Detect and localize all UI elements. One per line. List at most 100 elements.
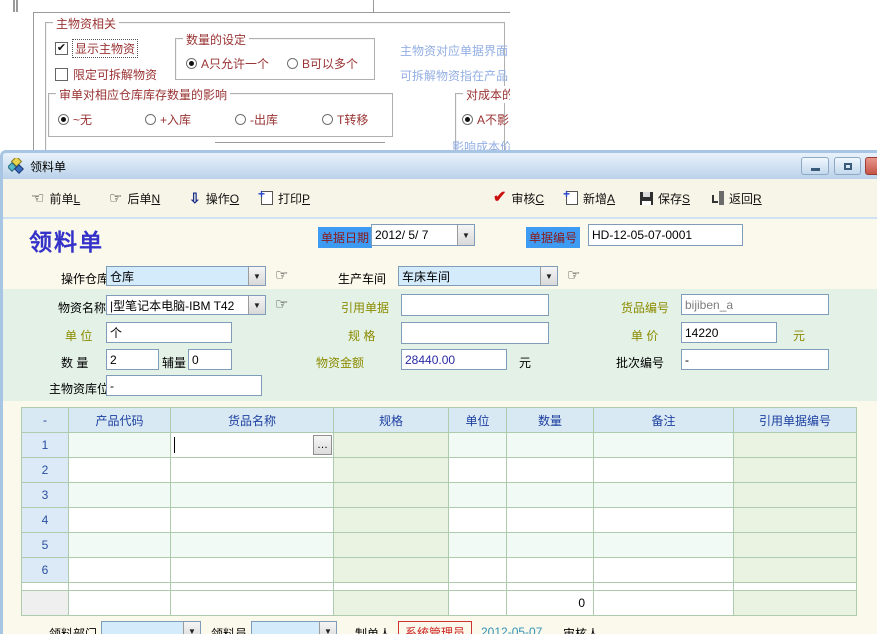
chevron-down-icon[interactable]: ▼ [457, 225, 474, 245]
material-combo[interactable]: |型笔记本电脑-IBM T42 ▼ [106, 295, 266, 315]
add-button[interactable]: + 新增A [566, 187, 615, 209]
cell-unit[interactable] [449, 533, 507, 558]
lookup-ellipsis-button[interactable]: … [313, 435, 332, 455]
save-button[interactable]: 保存S [640, 187, 690, 209]
cell-qty[interactable] [507, 458, 594, 483]
price-input[interactable] [681, 322, 777, 343]
chevron-down-icon[interactable]: ▼ [540, 267, 557, 285]
cell-qty[interactable] [507, 433, 594, 458]
cell-product-code[interactable] [69, 483, 171, 508]
grid-header[interactable]: 引用单据编号 [734, 408, 857, 433]
cell-item-name[interactable] [171, 483, 334, 508]
cell-unit[interactable] [449, 483, 507, 508]
cell-unit[interactable] [449, 508, 507, 533]
cell-product-code[interactable] [69, 533, 171, 558]
person-combo[interactable]: ▼ [251, 621, 337, 634]
checkbox-show-main-material[interactable]: ✔ 显示主物资 [55, 40, 137, 57]
cell-spec[interactable] [334, 558, 449, 583]
cell-product-code[interactable] [69, 558, 171, 583]
prev-doc-button[interactable]: ☜ 前单L [31, 187, 80, 209]
cell-remark[interactable] [594, 508, 734, 533]
title-bar[interactable]: 领料单 [3, 153, 877, 179]
cell-item-name[interactable] [171, 458, 334, 483]
cell-remark[interactable] [594, 433, 734, 458]
cell-product-code[interactable] [69, 508, 171, 533]
dept-combo[interactable]: ▼ [101, 621, 201, 634]
radio-qty-only-one[interactable]: A只允许一个 [186, 55, 269, 72]
batch-input[interactable] [681, 349, 829, 370]
chevron-down-icon[interactable]: ▼ [183, 622, 200, 634]
cell-product-code[interactable] [69, 458, 171, 483]
picker-hand-icon[interactable]: ☞ [275, 297, 288, 312]
row-number[interactable]: 1 [22, 433, 69, 458]
spec-input[interactable] [401, 322, 549, 344]
ref-doc-input[interactable] [401, 294, 549, 316]
row-number[interactable]: 5 [22, 533, 69, 558]
cell-ref-doc-no[interactable] [734, 508, 857, 533]
cell-remark[interactable] [594, 558, 734, 583]
chevron-down-icon[interactable]: ▼ [248, 267, 265, 285]
cell-qty[interactable] [507, 533, 594, 558]
doc-no-input[interactable] [588, 224, 743, 246]
unit-input[interactable] [106, 322, 232, 343]
chevron-down-icon[interactable]: ▼ [248, 296, 265, 314]
grid-header[interactable]: 数量 [507, 408, 594, 433]
checkbox-limit-detachable[interactable]: 限定可拆解物资 [55, 66, 157, 83]
radio-effect-in[interactable]: +入库 [145, 111, 191, 128]
cell-unit[interactable] [449, 558, 507, 583]
aux-qty-input[interactable] [188, 349, 232, 370]
row-number[interactable]: 2 [22, 458, 69, 483]
picker-hand-icon[interactable]: ☞ [567, 268, 580, 283]
close-button[interactable] [865, 157, 877, 175]
grid-header[interactable]: 单位 [449, 408, 507, 433]
radio-qty-multiple[interactable]: B可以多个 [287, 55, 358, 72]
cell-ref-doc-no[interactable] [734, 533, 857, 558]
operate-button[interactable]: ⇩ 操作O [189, 187, 239, 209]
cell-qty[interactable] [507, 483, 594, 508]
cell-item-name[interactable] [171, 533, 334, 558]
chevron-down-icon[interactable]: ▼ [319, 622, 336, 634]
radio-cost-no-effect[interactable]: A不影 [462, 111, 509, 128]
audit-button[interactable]: ✔ 审核C [493, 187, 544, 209]
item-no-input[interactable] [681, 294, 829, 315]
cell-product-code[interactable] [69, 433, 171, 458]
grid-header[interactable]: 规格 [334, 408, 449, 433]
minimize-button[interactable] [801, 157, 829, 175]
cell-unit[interactable] [449, 433, 507, 458]
grid-header[interactable]: 货品名称 [171, 408, 334, 433]
warehouse-combo[interactable]: 仓库 ▼ [106, 266, 266, 286]
radio-effect-out[interactable]: -出库 [235, 111, 278, 128]
cell-ref-doc-no[interactable] [734, 458, 857, 483]
amount-input[interactable] [401, 349, 507, 370]
cell-spec[interactable] [334, 433, 449, 458]
print-button[interactable]: + 打印P [261, 187, 310, 209]
grid-header[interactable]: - [22, 408, 69, 433]
workshop-combo[interactable]: 车床车间 ▼ [398, 266, 558, 286]
grid-header[interactable]: 产品代码 [69, 408, 171, 433]
qty-input[interactable] [106, 349, 159, 370]
cell-ref-doc-no[interactable] [734, 433, 857, 458]
next-doc-button[interactable]: ☞ 后单N [109, 187, 160, 209]
cell-spec[interactable] [334, 533, 449, 558]
maximize-button[interactable] [834, 157, 861, 175]
radio-effect-transfer[interactable]: T转移 [322, 111, 368, 128]
back-button[interactable]: 返回R [711, 187, 762, 209]
location-input[interactable] [106, 375, 262, 396]
cell-item-name[interactable] [171, 508, 334, 533]
row-number[interactable]: 3 [22, 483, 69, 508]
cell-item-name[interactable] [171, 558, 334, 583]
grid-header[interactable]: 备注 [594, 408, 734, 433]
row-number[interactable]: 4 [22, 508, 69, 533]
cell-remark[interactable] [594, 533, 734, 558]
cell-unit[interactable] [449, 458, 507, 483]
cell-ref-doc-no[interactable] [734, 483, 857, 508]
doc-date-combo[interactable]: 2012/ 5/ 7 ▼ [371, 224, 475, 246]
cell-remark[interactable] [594, 483, 734, 508]
radio-effect-none[interactable]: ~无 [58, 111, 92, 128]
cell-remark[interactable] [594, 458, 734, 483]
picker-hand-icon[interactable]: ☞ [275, 268, 288, 283]
cell-item-name-editing[interactable]: … [171, 433, 334, 458]
cell-qty[interactable] [507, 558, 594, 583]
cell-spec[interactable] [334, 508, 449, 533]
cell-spec[interactable] [334, 483, 449, 508]
